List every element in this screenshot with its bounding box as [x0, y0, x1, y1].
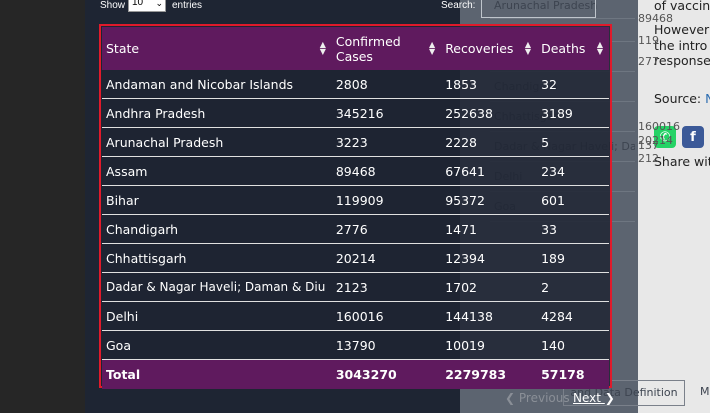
cell-recoveries: 252638 [441, 98, 538, 128]
header-label: Confirmed Cases [335, 33, 401, 64]
cell-total-deaths: 57178 [537, 359, 609, 389]
search-input[interactable] [481, 0, 596, 18]
source-link[interactable]: Ne [705, 91, 710, 106]
table-row: Andhra Pradesh 345216 252638 3189 [102, 98, 609, 128]
share-label: Share with [654, 154, 710, 169]
cell-confirmed: 2123 [331, 272, 442, 302]
cell-state: Chhattisgarh [102, 243, 332, 273]
cell-state: Chandigarh [102, 214, 332, 244]
table-row: Delhi 160016 144138 4284 [102, 301, 609, 331]
source-label: Source: [654, 91, 702, 106]
background-number: 277 [638, 55, 659, 68]
background-number: 89468 [638, 12, 673, 25]
facebook-icon[interactable]: f [682, 126, 704, 148]
next-label: Next [573, 391, 601, 405]
cell-state: Andhra Pradesh [102, 98, 332, 128]
cell-deaths: 5 [537, 127, 609, 157]
previous-page-button[interactable]: ❮ Previous [505, 391, 570, 405]
chevron-right-icon: ❯ [604, 391, 615, 405]
cell-confirmed: 20214 [331, 243, 442, 273]
cell-state: Assam [102, 156, 332, 186]
cell-state: Delhi [102, 301, 332, 331]
search-label: Search: [441, 0, 476, 11]
table-row: Chhattisgarh 20214 12394 189 [102, 243, 609, 273]
cell-state: Goa [102, 330, 332, 360]
cell-deaths: 4284 [537, 301, 609, 331]
table-row: Assam 89468 67641 234 [102, 156, 609, 186]
table-row: Chandigarh 2776 1471 33 [102, 214, 609, 244]
sort-icon: ▲ ▼ [524, 40, 532, 56]
background-text: M [700, 385, 710, 398]
chevron-down-icon: ⌄ [155, 0, 163, 8]
table-total-row: Total 3043270 2279783 57178 [102, 359, 609, 389]
cell-confirmed: 13790 [331, 330, 442, 360]
chevron-left-icon: ❮ [505, 391, 516, 405]
cell-state: Andaman and Nicobar Islands [102, 70, 332, 99]
sort-icon: ▲ ▼ [429, 40, 436, 56]
cell-confirmed: 3223 [331, 127, 442, 157]
cell-confirmed: 345216 [331, 98, 442, 128]
source-line: Source: Ne [654, 91, 710, 106]
cell-recoveries: 67641 [441, 156, 538, 186]
cell-state: Arunachal Pradesh [102, 127, 332, 157]
table-header-row: State ▲ ▼ Confirmed Cases ▲ ▼ Recoveries ▲… [102, 27, 609, 70]
header-label: Recoveries [445, 41, 514, 56]
column-header-state[interactable]: State ▲ ▼ [102, 27, 332, 70]
table-row: Dadar & Nagar Haveli; Daman & Diu 2123 1… [102, 272, 609, 302]
background-number: 160016 [638, 120, 680, 133]
covid-state-table: State ▲ ▼ Confirmed Cases ▲ ▼ Recoveries ▲… [99, 24, 612, 389]
table-row: Andaman and Nicobar Islands 2808 1853 32 [102, 70, 609, 99]
cell-total-label: Total [102, 359, 332, 389]
table-row: Arunachal Pradesh 3223 2228 5 [102, 127, 609, 157]
cell-confirmed: 2808 [331, 70, 442, 99]
data-table: State ▲ ▼ Confirmed Cases ▲ ▼ Recoveries ▲… [102, 27, 609, 389]
cell-deaths: 234 [537, 156, 609, 186]
cell-state: Bihar [102, 185, 332, 215]
cell-deaths: 32 [537, 70, 609, 99]
article-text: the intro [654, 38, 708, 53]
previous-label: Previous [518, 391, 570, 405]
entries-label: entries [172, 0, 203, 11]
table-row: Bihar 119909 95372 601 [102, 185, 609, 215]
background-number: 137 [638, 139, 659, 152]
next-page-button[interactable]: Next ❯ [573, 391, 615, 405]
cell-recoveries: 1702 [441, 272, 538, 302]
cell-state: Dadar & Nagar Haveli; Daman & Diu [102, 272, 332, 302]
column-header-recoveries[interactable]: Recoveries ▲ ▼ [441, 27, 538, 70]
cell-recoveries: 95372 [441, 185, 538, 215]
cell-recoveries: 144138 [441, 301, 538, 331]
background-number: 212 [638, 152, 659, 165]
cell-deaths: 33 [537, 214, 609, 244]
cell-confirmed: 119909 [331, 185, 442, 215]
cell-deaths: 2 [537, 272, 609, 302]
cell-deaths: 140 [537, 330, 609, 360]
cell-recoveries: 1853 [441, 70, 538, 99]
background-number: 119 [638, 34, 659, 47]
cell-total-confirmed: 3043270 [331, 359, 442, 389]
entries-select[interactable]: 10 ⌄ [128, 0, 166, 12]
cell-deaths: 3189 [537, 98, 609, 128]
entries-select-value: 10 [132, 0, 144, 8]
cell-recoveries: 10019 [441, 330, 538, 360]
cell-deaths: 189 [537, 243, 609, 273]
cell-deaths: 601 [537, 185, 609, 215]
header-label: Deaths [541, 41, 586, 56]
column-header-deaths[interactable]: Deaths ▲ ▼ [537, 27, 609, 70]
cell-confirmed: 2776 [331, 214, 442, 244]
cell-confirmed: 89468 [331, 156, 442, 186]
article-text: response [654, 53, 710, 68]
table-row: Goa 13790 10019 140 [102, 330, 609, 360]
cell-recoveries: 2228 [441, 127, 538, 157]
sort-icon: ▲ ▼ [319, 40, 326, 56]
header-label: State [106, 41, 140, 56]
cell-total-recoveries: 2279783 [441, 359, 538, 389]
cell-confirmed: 160016 [331, 301, 442, 331]
show-label: Show [100, 0, 126, 11]
column-header-confirmed[interactable]: Confirmed Cases ▲ ▼ [331, 27, 442, 70]
sort-icon: ▲ ▼ [596, 40, 603, 56]
cell-recoveries: 12394 [441, 243, 538, 273]
cell-recoveries: 1471 [441, 214, 538, 244]
